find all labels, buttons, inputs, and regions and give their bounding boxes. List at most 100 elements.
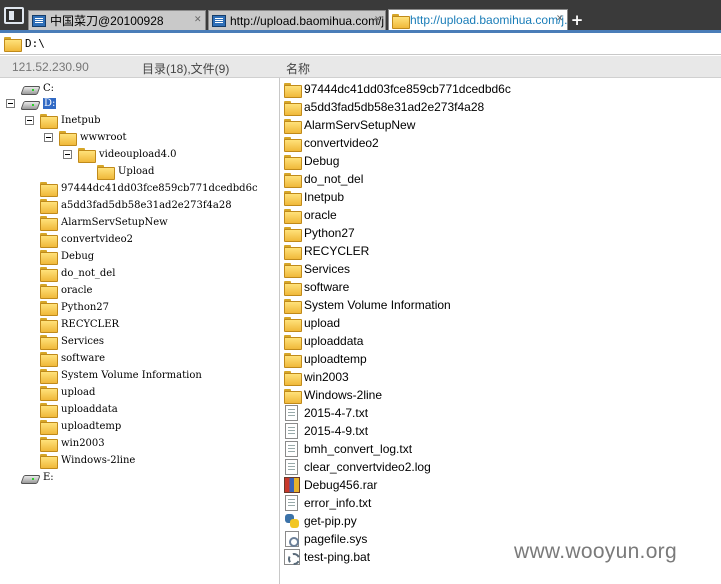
- item-name: 2015-4-7.txt: [304, 406, 369, 420]
- tree-node-videoupload[interactable]: videoupload4.0: [78, 146, 177, 163]
- item-name: pagefile.sys: [304, 532, 368, 546]
- list-item-file[interactable]: 2015-4-7.txt: [284, 404, 368, 422]
- list-item-folder[interactable]: oracle: [284, 206, 337, 224]
- collapse-toggle-icon[interactable]: [44, 133, 53, 142]
- list-item-file[interactable]: bmh_convert_log.txt: [284, 440, 412, 458]
- path-input[interactable]: D:\: [25, 37, 45, 50]
- folder-icon: [284, 370, 302, 386]
- tree-node[interactable]: AlarmServSetupNew: [40, 214, 168, 231]
- folder-icon: [284, 280, 302, 296]
- item-name: get-pip.py: [304, 514, 357, 528]
- list-item-file[interactable]: pagefile.sys: [284, 530, 367, 548]
- list-item-file[interactable]: Debug456.rar: [284, 476, 377, 494]
- list-item-file[interactable]: 2015-4-9.txt: [284, 422, 368, 440]
- tree-node[interactable]: Services: [40, 333, 104, 350]
- batch-file-icon: [284, 549, 300, 565]
- tree-node[interactable]: Debug: [40, 248, 94, 265]
- tree-label: videoupload4.0: [99, 149, 177, 160]
- item-name: test-ping.bat: [304, 550, 371, 564]
- tree-node[interactable]: uploaddata: [40, 401, 118, 418]
- item-name: uploadtemp: [304, 352, 367, 366]
- tree-label: do_not_del: [61, 268, 116, 279]
- tab-label: http://upload.baomihua.com/j...: [410, 13, 568, 27]
- folder-icon: [40, 216, 58, 231]
- tree-node[interactable]: uploadtemp: [40, 418, 121, 435]
- tree-node[interactable]: win2003: [40, 435, 105, 452]
- drive-icon: [22, 473, 38, 483]
- drive-icon: [22, 99, 38, 109]
- folder-icon: [284, 208, 302, 224]
- close-icon[interactable]: ✕: [194, 15, 202, 26]
- tree-node[interactable]: do_not_del: [40, 265, 115, 282]
- tab-label: http://upload.baomihua.com/j...: [230, 13, 386, 28]
- tree-node-upload-sub[interactable]: Upload: [97, 163, 154, 180]
- list-item-folder[interactable]: convertvideo2: [284, 134, 379, 152]
- item-name: Windows-2line: [304, 388, 383, 402]
- add-tab-button[interactable]: +: [568, 11, 586, 29]
- folder-icon: [284, 316, 302, 332]
- list-item-folder[interactable]: Windows-2line: [284, 386, 382, 404]
- list-item-file[interactable]: test-ping.bat: [284, 548, 370, 566]
- folder-icon: [40, 284, 58, 299]
- list-item-folder[interactable]: a5dd3fad5db58e31ad2e273f4a28: [284, 98, 484, 116]
- drive-icon: [22, 84, 38, 94]
- watermark: www.wooyun.org: [514, 540, 677, 563]
- item-name: win2003: [304, 370, 349, 384]
- tree-drive-e[interactable]: E:: [22, 469, 54, 486]
- tree-node[interactable]: a5dd3fad5db58e31ad2e273f4a28: [40, 197, 232, 214]
- list-item-folder[interactable]: win2003: [284, 368, 349, 386]
- list-item-file[interactable]: error_info.txt: [284, 494, 371, 512]
- list-item-file[interactable]: clear_convertvideo2.log: [284, 458, 431, 476]
- item-name: oracle: [304, 208, 337, 222]
- list-item-folder[interactable]: Python27: [284, 224, 355, 242]
- list-item-folder[interactable]: Inetpub: [284, 188, 344, 206]
- list-item-folder[interactable]: AlarmServSetupNew: [284, 116, 415, 134]
- list-item-folder[interactable]: Services: [284, 260, 350, 278]
- item-name: 2015-4-9.txt: [304, 424, 369, 438]
- list-item-folder[interactable]: Debug: [284, 152, 339, 170]
- list-item-folder[interactable]: uploadtemp: [284, 350, 367, 368]
- tree-label: System Volume Information: [61, 370, 202, 381]
- list-item-folder[interactable]: RECYCLER: [284, 242, 369, 260]
- tree-node[interactable]: Windows-2line: [40, 452, 135, 469]
- tree-node-wwwroot[interactable]: wwwroot: [59, 129, 127, 146]
- tree-node[interactable]: RECYCLER: [40, 316, 119, 333]
- item-name: 97444dc41dd03fce859cb771dcedbd6c: [304, 82, 511, 96]
- system-file-icon: [285, 531, 299, 547]
- text-file-icon: [285, 441, 298, 457]
- tab-upload-url-2[interactable]: http://upload.baomihua.com/j... ✕: [388, 9, 568, 30]
- folder-icon: [40, 352, 58, 367]
- collapse-toggle-icon[interactable]: [6, 99, 15, 108]
- tree-node-inetpub[interactable]: Inetpub: [40, 112, 101, 129]
- list-item-folder[interactable]: do_not_del: [284, 170, 363, 188]
- path-bar[interactable]: D:\: [0, 33, 721, 55]
- collapse-toggle-icon[interactable]: [63, 150, 72, 159]
- name-column-header[interactable]: 名称: [286, 60, 310, 77]
- tab-shell-manager[interactable]: 中国菜刀@20100928 ✕: [28, 10, 206, 30]
- tree-node[interactable]: Python27: [40, 299, 109, 316]
- list-item-file[interactable]: get-pip.py: [284, 512, 357, 530]
- list-item-folder[interactable]: 97444dc41dd03fce859cb771dcedbd6c: [284, 80, 511, 98]
- tree-node[interactable]: software: [40, 350, 105, 367]
- collapse-toggle-icon[interactable]: [25, 116, 34, 125]
- list-item-folder[interactable]: System Volume Information: [284, 296, 451, 314]
- tree-node[interactable]: System Volume Information: [40, 367, 202, 384]
- tree-node[interactable]: 97444dc41dd03fce859cb771dcedbd6c: [40, 180, 258, 197]
- app-menu-icon[interactable]: [4, 7, 24, 24]
- tree-label: uploaddata: [61, 404, 118, 415]
- text-file-icon: [285, 423, 298, 439]
- close-icon[interactable]: ✕: [374, 15, 382, 26]
- folder-icon: [284, 82, 302, 98]
- list-item-folder[interactable]: software: [284, 278, 349, 296]
- tree-drive-d[interactable]: D:: [22, 95, 57, 112]
- tree-node[interactable]: convertvideo2: [40, 231, 133, 248]
- tab-upload-url-1[interactable]: http://upload.baomihua.com/j... ✕: [208, 10, 386, 30]
- list-item-folder[interactable]: upload: [284, 314, 340, 332]
- text-file-icon: [285, 405, 298, 421]
- item-name: Debug456.rar: [304, 478, 378, 492]
- tree-node[interactable]: upload: [40, 384, 95, 401]
- column-header: 121.52.230.90 目录(18),文件(9) 名称: [0, 56, 721, 78]
- list-item-folder[interactable]: uploaddata: [284, 332, 363, 350]
- close-icon[interactable]: ✕: [556, 14, 564, 25]
- tree-node[interactable]: oracle: [40, 282, 92, 299]
